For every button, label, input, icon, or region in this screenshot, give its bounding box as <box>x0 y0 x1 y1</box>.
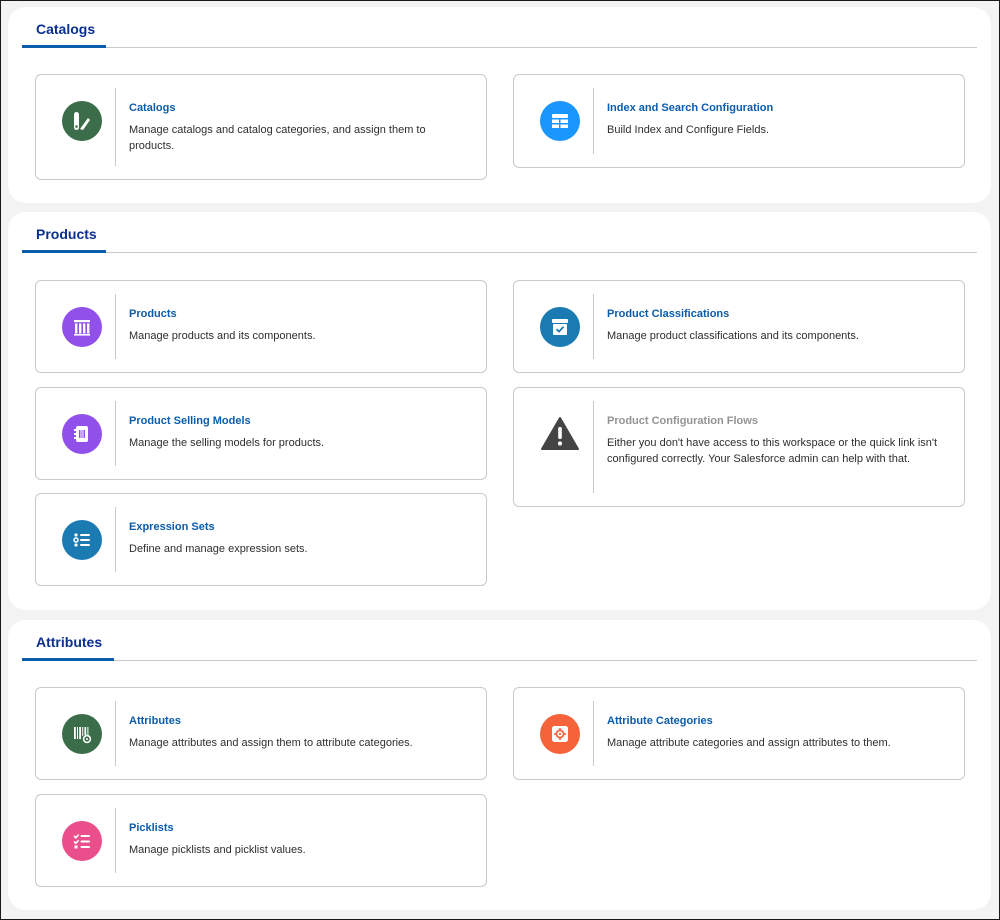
card-description: Build Index and Configure Fields. <box>607 124 770 136</box>
card-products[interactable]: Products Manage products and its compone… <box>35 280 487 373</box>
card-divider <box>593 294 594 359</box>
attributes-section: Attributes Attributes Manage attributes … <box>8 620 991 910</box>
card-title-link[interactable]: Catalogs <box>129 102 466 115</box>
card-description: Manage attribute categories and assign a… <box>607 737 891 749</box>
catalog-icon <box>62 101 102 141</box>
attribute-category-icon <box>540 714 580 754</box>
card-description: Manage attributes and assign them to att… <box>129 737 413 749</box>
selling-model-icon <box>62 414 102 454</box>
card-expression-sets[interactable]: Expression Sets Define and manage expres… <box>35 493 487 586</box>
card-description: Define and manage expression sets. <box>129 543 308 555</box>
card-title-link[interactable]: Picklists <box>129 822 466 835</box>
card-description: Manage product classifications and its c… <box>607 330 859 342</box>
card-divider <box>115 507 116 572</box>
classification-icon <box>540 307 580 347</box>
card-description: Manage catalogs and catalog categories, … <box>129 124 426 152</box>
card-title-link[interactable]: Index and Search Configuration <box>607 102 944 115</box>
product-icon <box>62 307 102 347</box>
card-divider <box>593 401 594 493</box>
card-title-link[interactable]: Attributes <box>129 715 466 728</box>
card-title-link[interactable]: Product Selling Models <box>129 415 466 428</box>
card-catalogs[interactable]: Catalogs Manage catalogs and catalog cat… <box>35 74 487 180</box>
card-product-selling-models[interactable]: Product Selling Models Manage the sellin… <box>35 387 487 480</box>
products-section: Products Products Manage products and it… <box>8 212 991 610</box>
card-description: Manage products and its components. <box>129 330 316 342</box>
catalogs-section: Catalogs Catalogs Manage catalogs and ca… <box>8 7 991 203</box>
card-title-disabled: Product Configuration Flows <box>607 415 758 427</box>
expression-set-icon <box>62 520 102 560</box>
card-title-link[interactable]: Products <box>129 308 466 321</box>
warning-icon <box>540 414 580 454</box>
card-attributes[interactable]: Attributes Manage attributes and assign … <box>35 687 487 780</box>
card-index-search-configuration[interactable]: Index and Search Configuration Build Ind… <box>513 74 965 168</box>
card-title-link[interactable]: Product Classifications <box>607 308 944 321</box>
tab-products[interactable]: Products <box>22 212 106 253</box>
card-description: Either you don't have access to this wor… <box>607 437 938 465</box>
card-product-configuration-flows[interactable]: Product Configuration Flows Either you d… <box>513 387 965 507</box>
card-picklists[interactable]: Picklists Manage picklists and picklist … <box>35 794 487 887</box>
card-title-link[interactable]: Expression Sets <box>129 521 466 534</box>
section-tab-bar: Attributes <box>22 620 977 661</box>
card-divider <box>115 401 116 466</box>
card-title-link[interactable]: Attribute Categories <box>607 715 944 728</box>
section-tab-bar: Catalogs <box>22 7 977 48</box>
picklist-icon <box>62 821 102 861</box>
tab-attributes[interactable]: Attributes <box>22 620 114 661</box>
card-divider <box>593 701 594 766</box>
card-divider <box>593 88 594 154</box>
tab-catalogs[interactable]: Catalogs <box>22 7 106 48</box>
attribute-icon <box>62 714 102 754</box>
card-divider <box>115 808 116 873</box>
card-divider <box>115 701 116 766</box>
table-icon <box>540 101 580 141</box>
card-divider <box>115 294 116 359</box>
card-description: Manage the selling models for products. <box>129 437 325 449</box>
section-tab-bar: Products <box>22 212 977 253</box>
card-attribute-categories[interactable]: Attribute Categories Manage attribute ca… <box>513 687 965 780</box>
card-description: Manage picklists and picklist values. <box>129 844 306 856</box>
card-divider <box>115 88 116 166</box>
card-product-classifications[interactable]: Product Classifications Manage product c… <box>513 280 965 373</box>
